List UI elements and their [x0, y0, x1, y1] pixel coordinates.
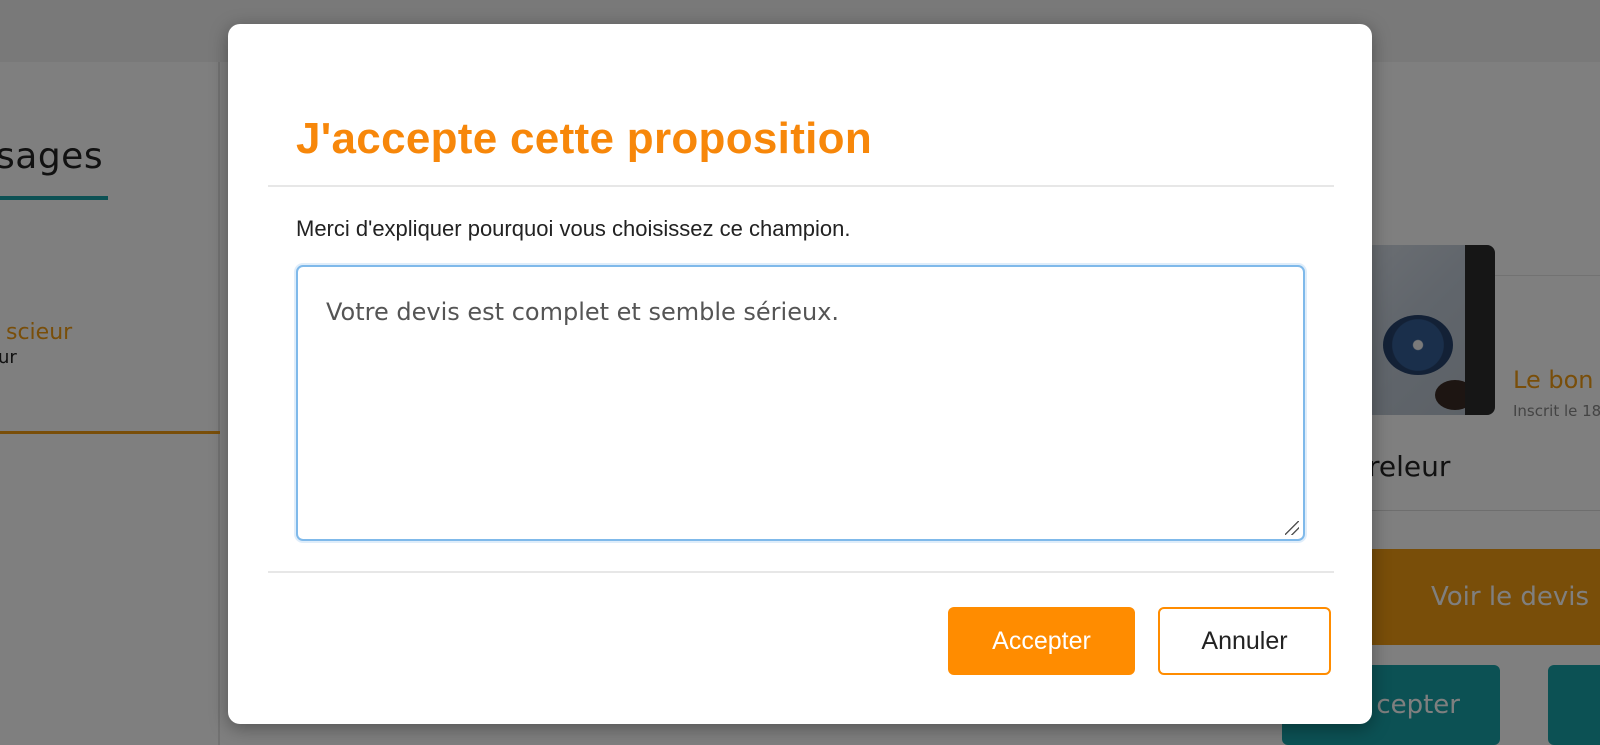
- reason-label: Merci d'expliquer pourquoi vous choisiss…: [296, 216, 851, 241]
- modal-footer-divider: [268, 571, 1334, 573]
- reason-textarea-value: Votre devis est complet et semble sérieu…: [326, 298, 840, 326]
- cancel-button[interactable]: Annuler: [1158, 607, 1331, 675]
- accept-proposal-modal: J'accepte cette proposition Merci d'expl…: [228, 24, 1372, 724]
- modal-title: J'accepte cette proposition: [296, 114, 873, 163]
- resize-grip-icon[interactable]: [1285, 521, 1299, 535]
- modal-header-divider: [268, 185, 1334, 187]
- reason-textarea[interactable]: Votre devis est complet et semble sérieu…: [296, 265, 1305, 541]
- accept-button[interactable]: Accepter: [948, 607, 1135, 675]
